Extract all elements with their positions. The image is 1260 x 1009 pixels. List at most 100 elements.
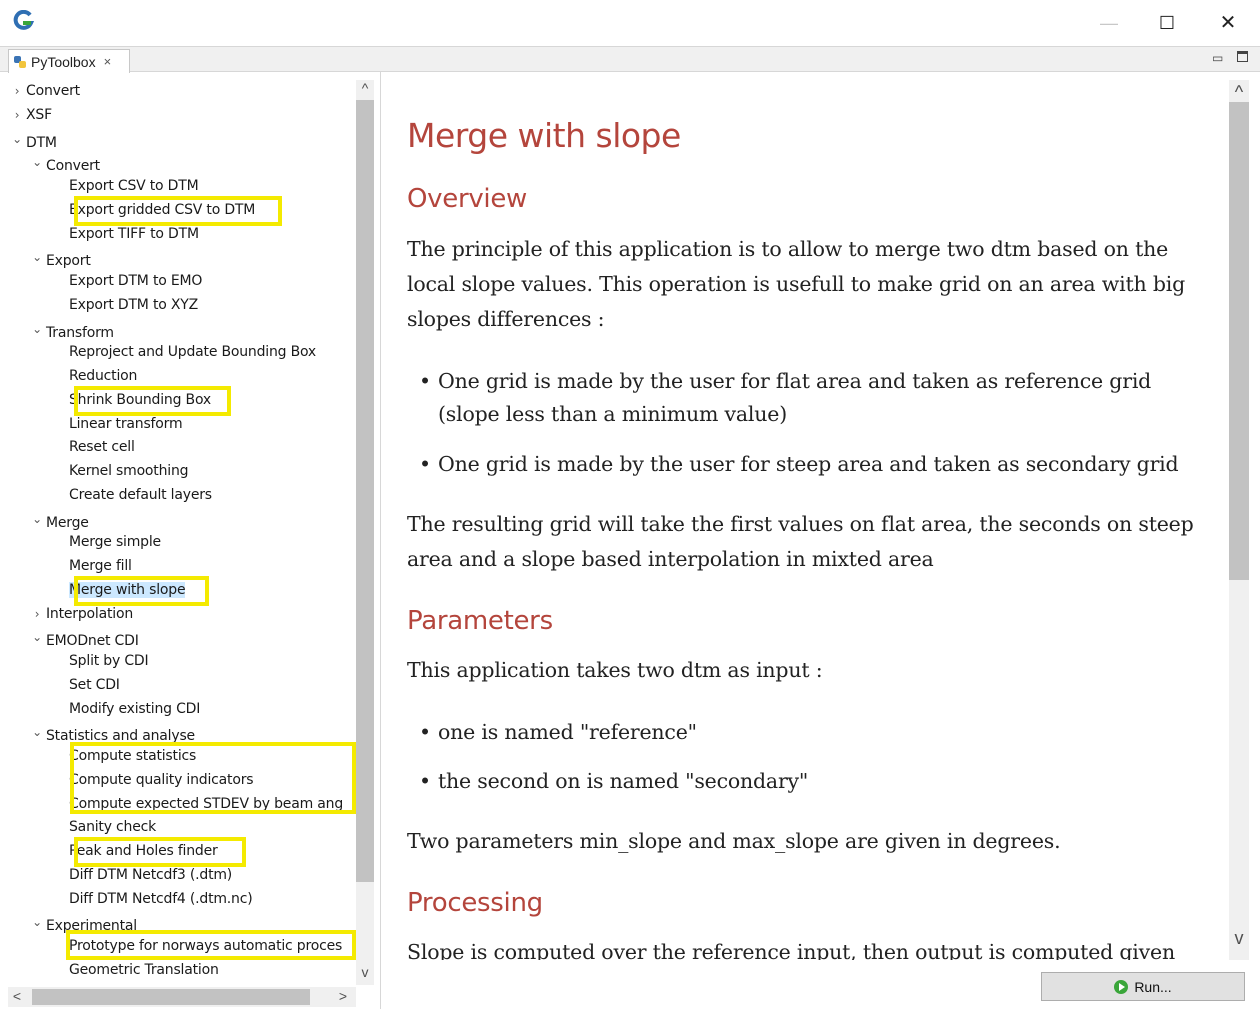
chevron-down-icon[interactable]: ⌄ <box>28 721 46 743</box>
tree-vertical-scrollbar[interactable]: ^ v <box>356 80 374 985</box>
tree-item[interactable]: Reduction <box>51 365 137 387</box>
minimize-button[interactable]: — <box>1096 10 1122 36</box>
chevron-right-icon[interactable]: › <box>8 80 26 102</box>
tree-item[interactable]: Set CDI <box>51 674 120 696</box>
list-item: one is named "reference" <box>419 716 1209 749</box>
tree-item[interactable]: Diff DTM Netcdf3 (.dtm) <box>51 864 232 886</box>
title-bar: — ☐ ✕ <box>0 0 1260 46</box>
chevron-down-icon[interactable]: ⌄ <box>28 246 46 268</box>
tree-item[interactable]: › Convert <box>8 80 80 102</box>
scroll-right-icon[interactable]: > <box>334 988 352 1004</box>
chevron-down-icon[interactable]: ⌄ <box>28 626 46 648</box>
app-logo-icon <box>13 10 34 30</box>
overview-paragraph: The principle of this application is to … <box>407 237 1186 331</box>
parameters-paragraph: Two parameters min_slope and max_slope a… <box>407 829 1061 853</box>
tree-item-label: Export CSV to DTM <box>69 178 199 194</box>
processing-heading: Processing <box>407 888 543 918</box>
scrollbar-thumb[interactable] <box>32 989 310 1005</box>
toolbox-tree-panel: › Convert › XSF ⌄ DTM ⌄ Convert Export CSV to DT… <box>8 80 378 1009</box>
tree-item[interactable]: ⌄ DTM <box>8 128 57 151</box>
tree-item-label: Reduction <box>69 368 138 384</box>
tree-item-label: Split by CDI <box>69 653 149 669</box>
chevron-down-icon[interactable]: ⌄ <box>8 128 26 150</box>
tree-item[interactable]: Export CSV to DTM <box>51 175 199 197</box>
tree-item-label: Set CDI <box>69 676 120 693</box>
tree-item[interactable]: Kernel smoothing <box>51 460 189 482</box>
chevron-down-icon[interactable]: ⌄ <box>28 911 46 933</box>
tree-item-label: Export <box>46 253 91 270</box>
tab-pytoolbox[interactable]: PyToolbox × <box>8 49 130 73</box>
chevron-down-icon[interactable]: ⌄ <box>28 508 46 530</box>
tree-item[interactable]: Geometric Translation <box>51 959 219 981</box>
tree-item-label: Merge <box>46 514 89 531</box>
tree-item[interactable]: ⌄ Merge <box>28 508 89 531</box>
processing-paragraph: Slope is computed over the reference inp… <box>407 940 1175 960</box>
highlight-annotation-box <box>70 742 356 814</box>
tree-item-label: EMODnet CDI <box>46 633 139 650</box>
toolbox-tree: › Convert › XSF ⌄ DTM ⌄ Convert Export CSV to DT… <box>8 80 358 985</box>
highlight-annotation-box <box>74 576 209 606</box>
tree-item[interactable]: Create default layers <box>51 484 212 506</box>
tree-item-label: Export DTM to XYZ <box>69 296 198 313</box>
tree-item-label: Export DTM to EMO <box>69 273 203 289</box>
tree-item[interactable]: Reproject and Update Bounding Box <box>51 341 316 363</box>
highlight-annotation-box <box>74 837 246 867</box>
scrollbar-thumb[interactable] <box>1229 102 1249 580</box>
tree-item-label: Merge simple <box>69 534 161 551</box>
tree-item[interactable]: Diff DTM Netcdf4 (.dtm.nc) <box>51 888 253 910</box>
tree-item-label: Export TIFF to DTM <box>69 225 199 242</box>
tree-item-label: Diff DTM Netcdf3 (.dtm) <box>69 866 233 883</box>
tab-close-icon[interactable]: × <box>104 54 112 69</box>
tree-item[interactable]: Split by CDI <box>51 650 149 672</box>
close-window-button[interactable]: ✕ <box>1215 10 1241 36</box>
tree-item-label: XSF <box>26 106 52 123</box>
scroll-up-icon[interactable]: ^ <box>1229 82 1249 103</box>
highlight-annotation-box <box>66 930 356 960</box>
tree-item[interactable]: Merge fill <box>51 555 132 577</box>
overview-paragraph: The resulting grid will take the first v… <box>407 512 1194 571</box>
tree-item[interactable]: ⌄ EMODnet CDI <box>28 626 139 650</box>
view-tab-bar: PyToolbox × ▭ <box>0 46 1260 73</box>
tree-item[interactable]: ⌄ Transform <box>28 318 114 341</box>
tree-item-label: Create default layers <box>69 486 212 503</box>
view-maximize-icon[interactable] <box>1237 51 1248 62</box>
tree-item-label: Convert <box>26 83 80 99</box>
chevron-right-icon[interactable]: › <box>28 603 46 625</box>
highlight-annotation-box <box>74 386 231 416</box>
tree-item[interactable]: Sanity check <box>51 816 156 838</box>
doc-title: Merge with slope <box>407 116 681 155</box>
tree-item[interactable]: ⌄ Export <box>28 246 91 270</box>
tree-item[interactable]: › XSF <box>8 104 52 126</box>
tree-item-label: Modify existing CDI <box>69 700 201 717</box>
run-button[interactable]: Run... <box>1041 972 1245 1001</box>
chevron-right-icon[interactable]: › <box>8 104 26 126</box>
maximize-button[interactable]: ☐ <box>1154 10 1180 36</box>
tree-horizontal-scrollbar[interactable]: < > <box>8 987 356 1007</box>
tree-item[interactable]: ⌄ Statistics and analyse <box>28 721 195 744</box>
tree-item-label: Sanity check <box>69 819 157 836</box>
tree-item-label: DTM <box>26 134 57 151</box>
tree-item-label: Reset cell <box>69 439 135 456</box>
tree-item-label: Reproject and Update Bounding Box <box>69 344 317 361</box>
tree-item[interactable]: Export DTM to XYZ <box>51 294 198 316</box>
tree-item[interactable]: Reset cell <box>51 436 135 458</box>
doc-vertical-scrollbar[interactable]: ^ v <box>1229 80 1249 960</box>
play-icon <box>1114 979 1129 994</box>
chevron-down-icon[interactable]: ⌄ <box>28 151 46 173</box>
tree-item-label: Geometric Translation <box>69 961 219 978</box>
tree-item[interactable]: ⌄ Convert <box>28 151 100 175</box>
tree-item[interactable]: Merge simple <box>51 531 161 553</box>
panel-splitter[interactable] <box>380 72 381 1009</box>
list-item: One grid is made by the user for steep a… <box>419 448 1209 481</box>
chevron-down-icon[interactable]: ⌄ <box>28 318 46 340</box>
scrollbar-thumb[interactable] <box>356 100 374 882</box>
scroll-down-icon[interactable]: v <box>356 964 374 980</box>
help-document: Merge with slope Overview The principle … <box>407 80 1219 960</box>
scroll-left-icon[interactable]: < <box>8 988 26 1004</box>
scroll-down-icon[interactable]: v <box>1229 928 1249 949</box>
tree-item[interactable]: Modify existing CDI <box>51 698 200 720</box>
tree-item-label: Convert <box>46 158 100 175</box>
view-minimize-icon[interactable]: ▭ <box>1212 51 1223 65</box>
scroll-up-icon[interactable]: ^ <box>356 80 374 96</box>
tree-item[interactable]: Export DTM to EMO <box>51 270 202 292</box>
